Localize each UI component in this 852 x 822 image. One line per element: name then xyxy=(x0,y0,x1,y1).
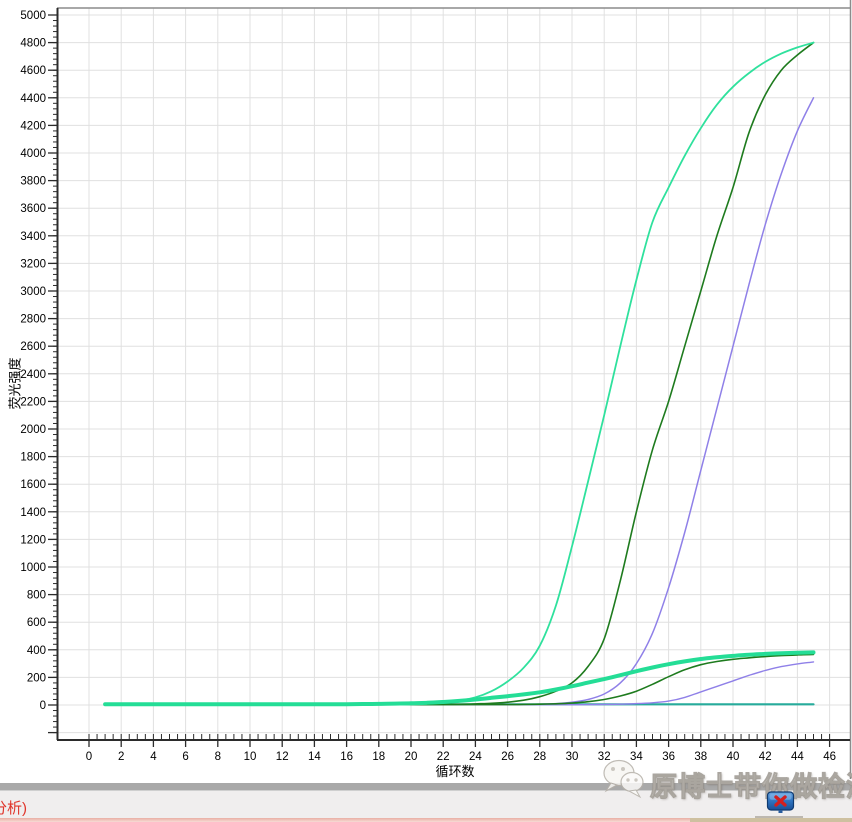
x-tick-label: 4 xyxy=(150,751,157,763)
y-tick-label: 2400 xyxy=(20,369,46,381)
x-tick-label: 10 xyxy=(244,751,257,763)
y-tick-label: 3600 xyxy=(20,203,46,215)
y-tick-label: 2200 xyxy=(20,396,46,408)
x-tick-label: 0 xyxy=(86,751,92,763)
y-tick-label: 1800 xyxy=(20,452,46,464)
x-tick-label: 2 xyxy=(118,751,124,763)
watermark-text: 原博士带你做检测 xyxy=(650,765,852,804)
wechat-icon xyxy=(598,756,650,804)
x-tick-label: 28 xyxy=(533,751,546,763)
y-tick-label: 0 xyxy=(40,700,46,712)
x-tick-label: 16 xyxy=(340,751,353,763)
y-tick-label: 1600 xyxy=(20,479,46,491)
y-tick-label: 5000 xyxy=(20,10,46,22)
monitor-icon-underline xyxy=(755,816,803,818)
y-tick-label: 2000 xyxy=(20,424,46,436)
y-tick-label: 2800 xyxy=(20,314,46,326)
y-tick-label: 1200 xyxy=(20,534,46,546)
x-tick-label: 8 xyxy=(215,751,221,763)
y-axis-title: 荧光强度 xyxy=(5,336,24,432)
bottom-strip-left xyxy=(0,818,690,822)
y-tick-label: 200 xyxy=(27,672,46,684)
x-tick-label: 6 xyxy=(182,751,188,763)
bottom-strip-right xyxy=(690,818,852,822)
y-tick-label: 4200 xyxy=(20,120,46,132)
y-tick-label: 4800 xyxy=(20,38,46,50)
y-tick-label: 3800 xyxy=(20,176,46,188)
y-tick-label: 1000 xyxy=(20,562,46,574)
amplification-chart[interactable]: 0 200 400 600 800 1000 1200 1400 1600 1800 2000 220… xyxy=(0,0,852,779)
y-tick-label: 1400 xyxy=(20,507,46,519)
y-tick-label: 400 xyxy=(27,645,46,657)
series-curve-thick-spring-green xyxy=(105,652,813,704)
monitor-error-icon[interactable] xyxy=(766,791,796,816)
y-tick-label: 600 xyxy=(27,617,46,629)
y-tick-label: 3200 xyxy=(20,258,46,270)
y-tick-label: 3000 xyxy=(20,286,46,298)
y-tick-label: 4000 xyxy=(20,148,46,160)
y-tick-label: 3400 xyxy=(20,231,46,243)
x-tick-label: 14 xyxy=(308,751,321,763)
watermark: 原博士带你做检测 xyxy=(598,756,852,804)
y-tick-label: 2600 xyxy=(20,341,46,353)
y-tick-label: 800 xyxy=(27,590,46,602)
series-curve-low-violet xyxy=(105,662,813,705)
x-tick-label: 30 xyxy=(566,751,579,763)
y-tick-label: 4600 xyxy=(20,65,46,77)
status-text: 分析) xyxy=(0,797,27,818)
y-tick-label: 4400 xyxy=(20,93,46,105)
x-tick-label: 12 xyxy=(276,751,289,763)
qpcr-app-window: 0 200 400 600 800 1000 1200 1400 1600 1800 2000 220… xyxy=(0,0,852,822)
amplification-chart-panel: 0 200 400 600 800 1000 1200 1400 1600 1800 2000 220… xyxy=(0,0,852,779)
series-curve-low-dark-green xyxy=(105,654,813,704)
x-axis-title: 循环数 xyxy=(395,761,515,780)
x-tick-label: 18 xyxy=(372,751,385,763)
